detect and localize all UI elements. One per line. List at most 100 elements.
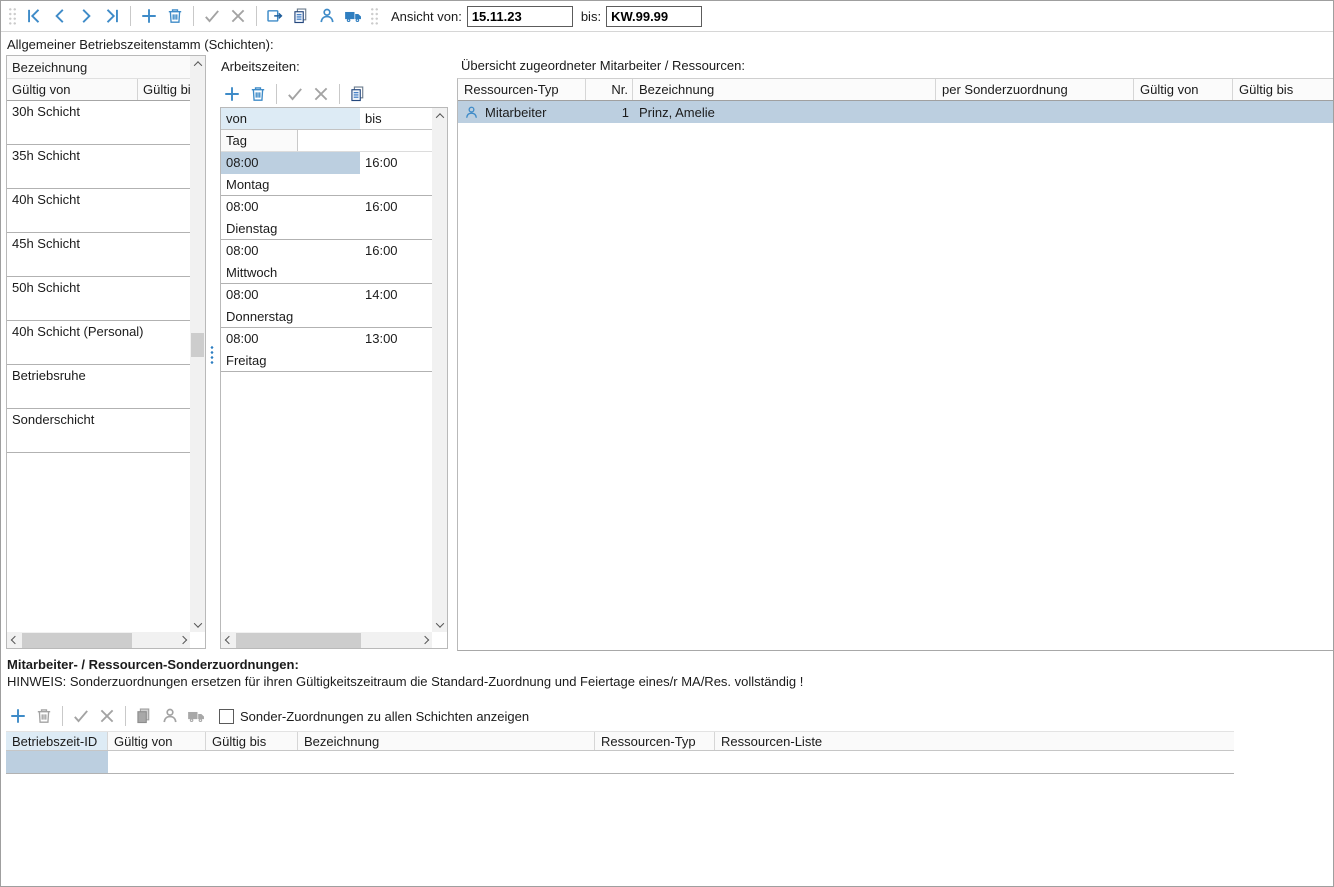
scroll-left-button[interactable] (221, 633, 236, 648)
worktime-table-content: von bis Tag 08:0016:00Montag08:0016:00Di… (221, 108, 432, 632)
column-header-gueltig-von[interactable]: Gültig von (108, 732, 206, 750)
scrollbar-thumb[interactable] (236, 633, 361, 648)
worktime-row[interactable]: 08:0016:00 (221, 152, 432, 174)
copy-worktime-button[interactable] (346, 82, 370, 106)
column-header-ressourcen-liste[interactable]: Ressourcen-Liste (715, 732, 1234, 750)
column-header-gueltig-von[interactable]: Gültig von (1134, 79, 1233, 100)
previous-record-button[interactable] (48, 4, 72, 28)
worktime-von-cell[interactable]: 08:00 (221, 152, 360, 174)
confirm-special-assignment-button[interactable] (69, 704, 93, 728)
worktime-day-cell[interactable]: Dienstag (221, 218, 432, 240)
worktime-bis-cell[interactable]: 14:00 (360, 284, 432, 306)
copy-record-button[interactable] (289, 4, 313, 28)
shift-name: 35h Schicht (12, 148, 190, 163)
worktime-row[interactable]: 08:0014:00 (221, 284, 432, 306)
column-header-betriebszeit-id[interactable]: Betriebszeit-ID (6, 732, 108, 750)
show-all-shifts-checkbox[interactable] (219, 709, 234, 724)
worktime-row[interactable]: 08:0016:00 (221, 240, 432, 262)
shift-list-horizontal-scrollbar[interactable] (7, 632, 190, 648)
cancel-special-assignment-button[interactable] (95, 704, 119, 728)
column-header-gueltig-bis[interactable]: Gültig bis (206, 732, 298, 750)
view-to-input[interactable] (606, 6, 702, 27)
worktime-bis-cell[interactable]: 16:00 (360, 240, 432, 262)
shift-list-item[interactable]: 35h Schicht (7, 145, 190, 189)
scroll-right-button[interactable] (417, 633, 432, 648)
column-header-gueltig-von[interactable]: Gültig von (7, 79, 138, 100)
column-header-per-sonderzuordnung[interactable]: per Sonderzuordnung (936, 79, 1134, 100)
worktime-day-cell[interactable]: Freitag (221, 350, 432, 372)
cancel-button[interactable] (226, 4, 250, 28)
worktime-day-cell[interactable]: Montag (221, 174, 432, 196)
chevron-right-icon (420, 636, 428, 644)
scrollbar-thumb[interactable] (191, 333, 204, 357)
worktime-row[interactable]: 08:0016:00 (221, 196, 432, 218)
scroll-down-button[interactable] (190, 617, 205, 632)
toolbar-grip[interactable] (8, 7, 17, 26)
panel-splitter-handle[interactable] (210, 345, 214, 365)
add-worktime-button[interactable] (220, 82, 244, 106)
first-record-button[interactable] (22, 4, 46, 28)
refresh-record-button[interactable] (263, 4, 287, 28)
resource-row[interactable]: Mitarbeiter1Prinz, Amelie (458, 101, 1334, 123)
shift-list-item[interactable]: 50h Schicht (7, 277, 190, 321)
delete-record-button[interactable] (163, 4, 187, 28)
scroll-up-button[interactable] (432, 108, 447, 123)
confirm-button[interactable] (200, 4, 224, 28)
add-special-assignment-button[interactable] (6, 704, 30, 728)
worktime-von-cell[interactable]: 08:00 (221, 240, 360, 262)
worktime-day-cell[interactable]: Mittwoch (221, 262, 432, 284)
scrollbar-thumb[interactable] (22, 633, 132, 648)
shift-list-item[interactable]: Sonderschicht (7, 409, 190, 453)
column-header-bis[interactable]: bis (360, 108, 432, 129)
employee-special-button[interactable] (158, 704, 182, 728)
column-header-gueltig-bis[interactable]: Gültig bis (138, 79, 190, 100)
special-assignment-empty-row[interactable] (6, 751, 1234, 774)
worktime-horizontal-scrollbar[interactable] (221, 632, 432, 648)
column-header-ressourcen-typ[interactable]: Ressourcen-Typ (458, 79, 586, 100)
worktime-vertical-scrollbar[interactable] (432, 108, 447, 632)
scroll-right-button[interactable] (175, 633, 190, 648)
worktime-bis-cell[interactable]: 16:00 (360, 196, 432, 218)
column-header-ressourcen-typ[interactable]: Ressourcen-Typ (595, 732, 715, 750)
view-from-input[interactable] (467, 6, 573, 27)
worktimes-title: Arbeitszeiten: (221, 59, 300, 74)
worktime-table-header: von bis (221, 108, 432, 130)
delete-special-assignment-button[interactable] (32, 704, 56, 728)
column-header-bezeichnung[interactable]: Bezeichnung (633, 79, 936, 100)
column-header-von[interactable]: von (221, 108, 360, 129)
resource-truck-button[interactable] (341, 4, 365, 28)
last-record-button[interactable] (100, 4, 124, 28)
copy-special-assignment-button[interactable] (132, 704, 156, 728)
worktime-bis-cell[interactable]: 13:00 (360, 328, 432, 350)
selected-empty-cell[interactable] (6, 751, 108, 773)
column-header-gueltig-bis[interactable]: Gültig bis (1233, 79, 1334, 100)
scroll-left-button[interactable] (7, 633, 22, 648)
worktime-von-cell[interactable]: 08:00 (221, 328, 360, 350)
shift-list-item[interactable]: 40h Schicht (7, 189, 190, 233)
delete-worktime-button[interactable] (246, 82, 270, 106)
toolbar-separator (276, 84, 277, 104)
column-header-bezeichnung[interactable]: Bezeichnung (7, 56, 190, 79)
worktime-bis-cell[interactable]: 16:00 (360, 152, 432, 174)
next-record-button[interactable] (74, 4, 98, 28)
resource-truck-special-button[interactable] (184, 704, 208, 728)
employee-button[interactable] (315, 4, 339, 28)
shift-list-vertical-scrollbar[interactable] (190, 56, 205, 632)
column-header-nr[interactable]: Nr. (586, 79, 633, 100)
shift-list-item[interactable]: 40h Schicht (Personal) (7, 321, 190, 365)
add-record-button[interactable] (137, 4, 161, 28)
scroll-up-button[interactable] (190, 56, 205, 71)
worktime-von-cell[interactable]: 08:00 (221, 196, 360, 218)
cancel-worktime-button[interactable] (309, 82, 333, 106)
scroll-down-button[interactable] (432, 617, 447, 632)
toolbar-grip[interactable] (370, 7, 379, 26)
worktime-day-cell[interactable]: Donnerstag (221, 306, 432, 328)
shift-list-item[interactable]: 45h Schicht (7, 233, 190, 277)
column-header-tag[interactable]: Tag (221, 130, 298, 151)
worktime-von-cell[interactable]: 08:00 (221, 284, 360, 306)
column-header-bezeichnung[interactable]: Bezeichnung (298, 732, 595, 750)
worktime-row[interactable]: 08:0013:00 (221, 328, 432, 350)
shift-list-item[interactable]: 30h Schicht (7, 101, 190, 145)
confirm-worktime-button[interactable] (283, 82, 307, 106)
shift-list-item[interactable]: Betriebsruhe (7, 365, 190, 409)
